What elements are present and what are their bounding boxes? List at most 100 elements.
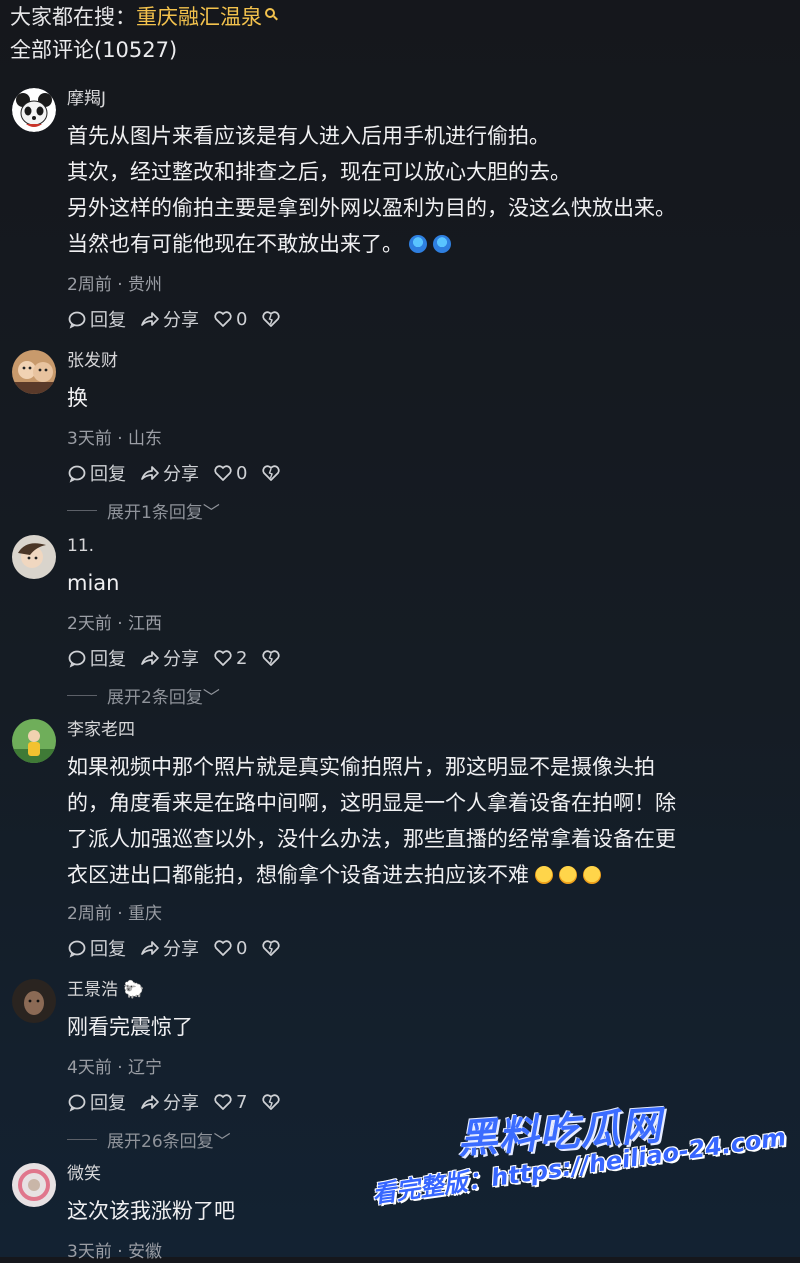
dislike-heart-icon [262, 311, 281, 327]
dislike-heart-icon [262, 650, 281, 666]
sheep-icon: 🐑 [118, 980, 145, 1000]
avatar[interactable] [12, 535, 56, 579]
comment-text: mian [67, 565, 786, 601]
emoji-icon [409, 235, 427, 253]
avatar[interactable] [12, 88, 56, 132]
chevron-down-icon: ﹀ [202, 503, 220, 523]
comment-text: 如果视频中那个照片就是真实偷拍照片，那这明显不是摄像头拍 的，角度看来是在路中间… [67, 749, 786, 893]
like-button[interactable]: 0 [213, 938, 247, 959]
share-icon [141, 651, 159, 665]
share-button[interactable]: 分享 [140, 1089, 199, 1115]
share-button[interactable]: 分享 [140, 306, 199, 332]
chevron-down-icon: ﹀ [213, 1132, 231, 1152]
hot-search-bar[interactable]: 大家都在搜：重庆融汇温泉 [10, 2, 790, 32]
comment-icon [68, 311, 86, 329]
comment-line: 另外这样的偷拍主要是拿到外网以盈利为目的，没这么快放出来。 [67, 196, 676, 220]
emoji-icon [433, 235, 451, 253]
heart-icon [214, 940, 232, 956]
username[interactable]: 张发财 [67, 350, 118, 372]
username[interactable]: 王景浩 🐑 [67, 979, 145, 1001]
dislike-button[interactable] [261, 1092, 281, 1112]
dislike-button[interactable] [261, 463, 281, 483]
heart-icon [214, 311, 232, 327]
comment-actions: 回复 分享 0 [67, 306, 281, 332]
dislike-heart-icon [262, 465, 281, 481]
comment-line: 的，角度看来是在路中间啊，这明显是一个人拿着设备在拍啊！除 [67, 791, 676, 815]
like-count: 7 [236, 1091, 248, 1113]
dislike-heart-icon [262, 1094, 281, 1110]
share-button[interactable]: 分享 [140, 935, 199, 961]
comment-icon [68, 1094, 86, 1112]
avatar[interactable] [12, 1163, 56, 1207]
share-button[interactable]: 分享 [140, 460, 199, 486]
reply-button[interactable]: 回复 [67, 935, 126, 961]
reply-button[interactable]: 回复 [67, 645, 126, 671]
like-button[interactable]: 2 [213, 648, 247, 669]
heart-icon [214, 465, 232, 481]
reply-button[interactable]: 回复 [67, 460, 126, 486]
header: 大家都在搜：重庆融汇温泉 全部评论(10527) [10, 2, 790, 66]
watermark: 黑料吃瓜网 看完整版：https://heiliao-24.com [370, 1095, 792, 1245]
comment-line: 衣区进出口都能拍，想偷拿个设备进去拍应该不难 [67, 857, 786, 893]
heart-icon [214, 1094, 232, 1110]
divider [67, 1139, 97, 1140]
share-icon [141, 312, 159, 326]
avatar[interactable] [12, 350, 56, 394]
dislike-button[interactable] [261, 309, 281, 329]
comment-meta: 2周前 · 重庆 [67, 904, 163, 924]
reply-button[interactable]: 回复 [67, 1089, 126, 1115]
dislike-button[interactable] [261, 648, 281, 668]
emoji-icon [559, 866, 577, 884]
divider [67, 510, 97, 511]
username[interactable]: 微笑 [67, 1163, 101, 1185]
search-icon[interactable] [265, 8, 275, 18]
comment-line: mian [67, 571, 120, 595]
comment-meta: 4天前 · 辽宁 [67, 1058, 163, 1078]
username[interactable]: 摩羯J [67, 88, 106, 110]
comment-text: 首先从图片来看应该是有人进入后用手机进行偷拍。 其次，经过整改和排查之后，现在可… [67, 118, 786, 262]
comment-line: 其次，经过整改和排查之后，现在可以放心大胆的去。 [67, 160, 571, 184]
avatar[interactable] [12, 719, 56, 763]
comment-icon [68, 650, 86, 668]
comment-meta: 2周前 · 贵州 [67, 275, 163, 295]
share-icon [141, 1095, 159, 1109]
like-button[interactable]: 0 [213, 463, 247, 484]
chevron-down-icon: ﹀ [202, 688, 220, 708]
emoji-icon [583, 866, 601, 884]
comment-meta: 3天前 · 安徽 [67, 1242, 163, 1262]
username[interactable]: 李家老四 [67, 719, 135, 741]
expand-replies-button[interactable]: 展开26条回复 ﹀ [67, 1127, 231, 1152]
comment-meta: 3天前 · 山东 [67, 429, 163, 449]
comment-line: 当然也有可能他现在不敢放出来了。 [67, 226, 786, 262]
comment-text: 换 [67, 380, 786, 416]
emoji-icon [535, 866, 553, 884]
comment-line: 首先从图片来看应该是有人进入后用手机进行偷拍。 [67, 124, 550, 148]
like-count: 2 [236, 647, 248, 669]
comment-line: 如果视频中那个照片就是真实偷拍照片，那这明显不是摄像头拍 [67, 755, 655, 779]
like-count: 0 [236, 308, 248, 330]
like-count: 0 [236, 937, 248, 959]
comment-line: 了派人加强巡查以外，没什么办法，那些直播的经常拿着设备在更 [67, 827, 676, 851]
expand-replies-button[interactable]: 展开2条回复 ﹀ [67, 683, 220, 708]
expand-replies-button[interactable]: 展开1条回复 ﹀ [67, 498, 220, 523]
like-button[interactable]: 7 [213, 1092, 247, 1113]
divider [67, 695, 97, 696]
like-button[interactable]: 0 [213, 309, 247, 330]
comment-meta: 2天前 · 江西 [67, 614, 163, 634]
share-button[interactable]: 分享 [140, 645, 199, 671]
heart-icon [214, 650, 232, 666]
comment-actions: 回复 分享 0 [67, 935, 281, 961]
like-count: 0 [236, 462, 248, 484]
dislike-button[interactable] [261, 938, 281, 958]
dislike-heart-icon [262, 940, 281, 956]
comment-text: 刚看完震惊了 [67, 1009, 786, 1045]
comment-line: 换 [67, 386, 88, 410]
comment-actions: 回复 分享 0 [67, 460, 281, 486]
avatar[interactable] [12, 979, 56, 1023]
hot-search-keyword[interactable]: 重庆融汇温泉 [136, 5, 262, 29]
username[interactable]: 11. [67, 535, 94, 557]
reply-button[interactable]: 回复 [67, 306, 126, 332]
comment-line: 刚看完震惊了 [67, 1015, 193, 1039]
comment-total: 全部评论(10527) [10, 38, 178, 62]
comment-actions: 回复 分享 2 [67, 645, 281, 671]
